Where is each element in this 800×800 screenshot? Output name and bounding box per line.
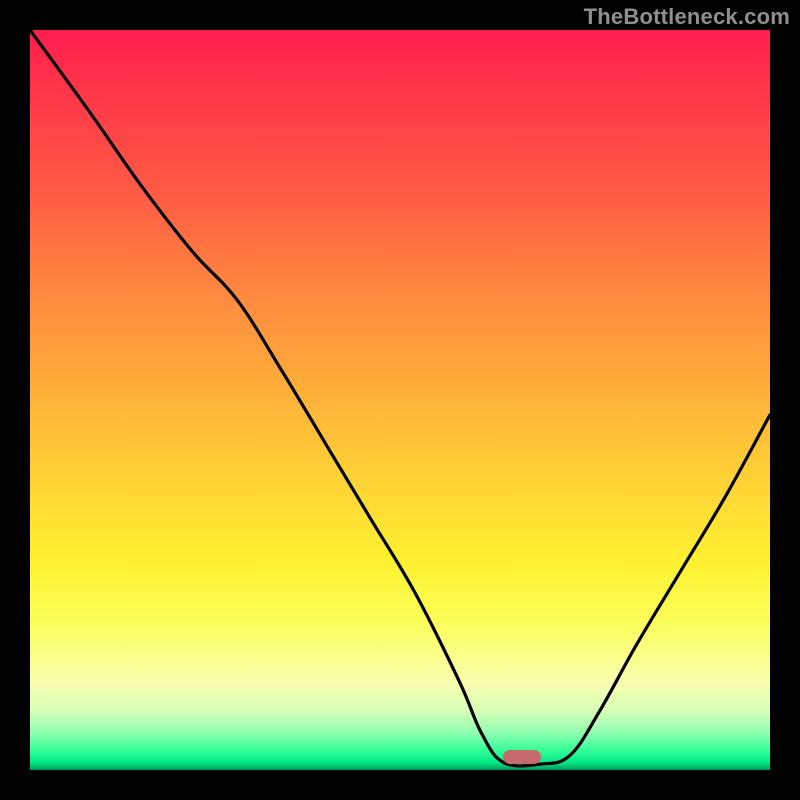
watermark: TheBottleneck.com — [584, 4, 790, 30]
plot-background-gradient — [30, 30, 770, 770]
chart-frame: TheBottleneck.com — [0, 0, 800, 800]
plot-area — [30, 30, 770, 770]
optimum-marker — [503, 750, 541, 764]
